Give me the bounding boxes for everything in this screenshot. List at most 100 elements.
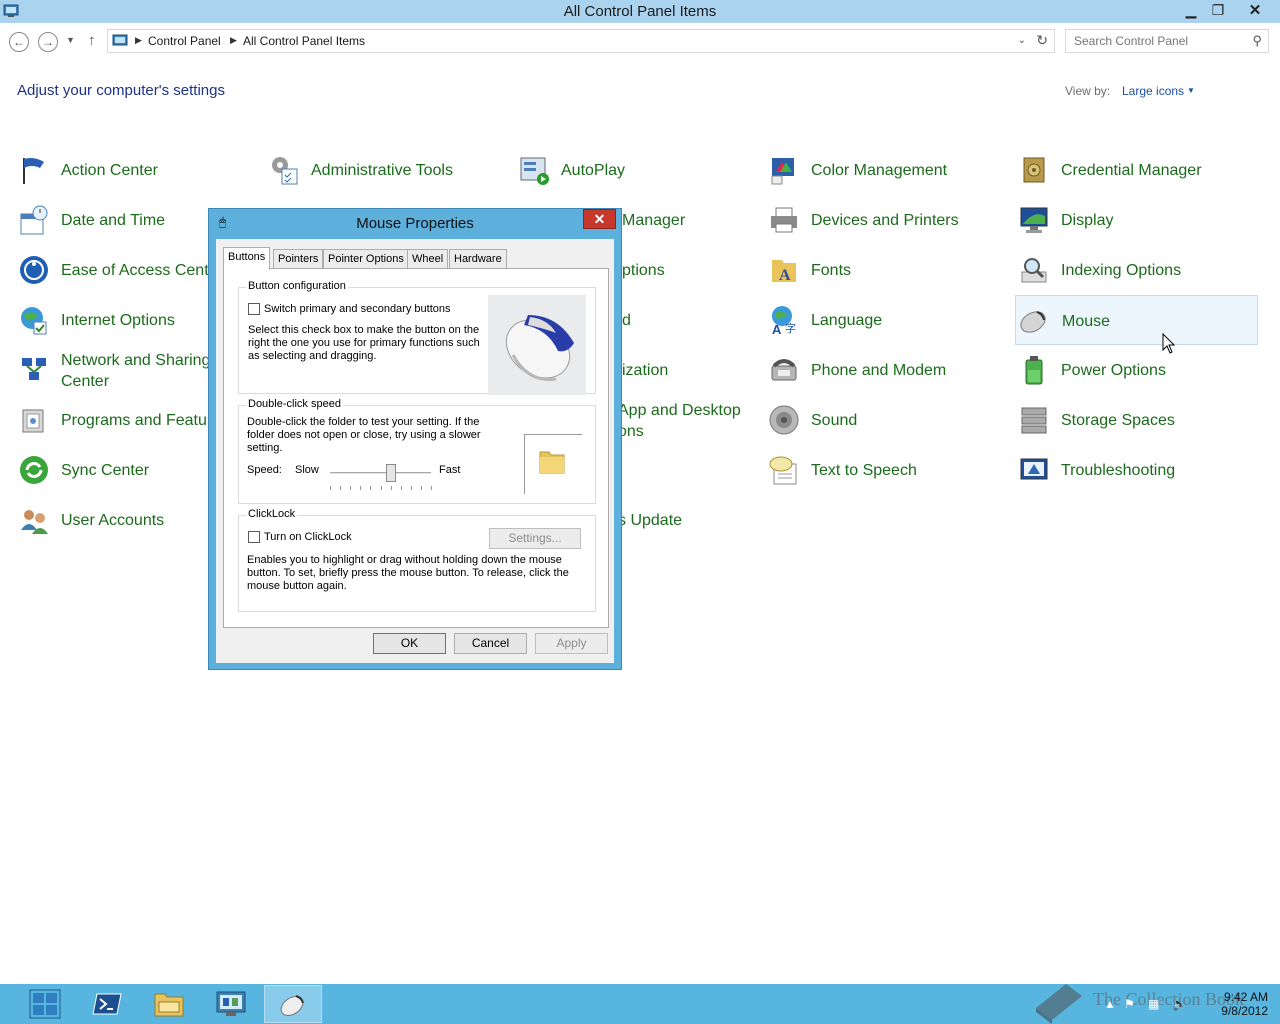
item-indexing-options[interactable]: Indexing Options <box>1016 246 1261 294</box>
item-sound[interactable]: Sound <box>766 396 1011 444</box>
globe-icon <box>21 307 47 335</box>
tab-wheel[interactable]: Wheel <box>407 249 449 269</box>
clicklock-label[interactable]: Turn on ClickLock <box>264 531 352 544</box>
speed-slider-thumb[interactable] <box>385 464 396 482</box>
slider-tick <box>410 486 412 490</box>
cancel-button[interactable]: Cancel <box>454 633 527 654</box>
programs-icon <box>22 409 44 433</box>
svg-text:A: A <box>779 267 791 284</box>
tab-hardware[interactable]: Hardware <box>449 249 507 269</box>
battery-icon <box>1025 356 1043 385</box>
forward-button[interactable]: → <box>38 32 58 52</box>
apply-button[interactable]: Apply <box>535 633 608 654</box>
item-windows-update-partial[interactable]: s Update <box>600 496 760 544</box>
mouse-icon <box>1020 311 1046 333</box>
item-phone-modem[interactable]: Phone and Modem <box>766 346 1011 394</box>
breadcrumb-control-panel[interactable]: Control Panel <box>148 34 221 48</box>
speed-slider-track[interactable] <box>330 472 431 475</box>
close-button[interactable]: ✕ <box>1232 0 1278 20</box>
search-icon[interactable]: ⚲ <box>1252 33 1262 49</box>
item-autoplay[interactable]: AutoPlay <box>516 146 761 194</box>
taskbar-mouse-properties[interactable] <box>264 985 322 1023</box>
item-administrative-tools[interactable]: Administrative Tools <box>266 146 511 194</box>
troubleshoot-icon <box>1020 458 1048 480</box>
item-mouse[interactable]: Mouse <box>1015 295 1258 345</box>
recent-locations-dropdown[interactable]: ▼ <box>66 35 75 45</box>
breadcrumb-separator-icon[interactable]: ▶ <box>230 35 237 46</box>
chevron-down-icon[interactable]: ⌄ <box>1018 35 1026 46</box>
item-troubleshooting[interactable]: Troubleshooting <box>1016 446 1261 494</box>
clicklock-group: ClickLock Turn on ClickLock Settings... … <box>238 508 596 612</box>
speech-bubble-icon <box>769 456 797 485</box>
item-text-to-speech[interactable]: Text to Speech <box>766 446 1011 494</box>
caret-down-icon[interactable]: ▼ <box>1187 86 1195 95</box>
address-bar[interactable]: ▶ Control Panel ▶ All Control Panel Item… <box>107 29 1055 53</box>
taskbar-clock[interactable]: 9:42 AM 9/8/2012 <box>1192 990 1268 1018</box>
fonts-folder-icon: A <box>772 260 796 284</box>
tab-buttons[interactable]: Buttons <box>223 247 271 270</box>
item-personalization-partial[interactable]: ization <box>600 346 760 394</box>
navigation-bar: ← → ▼ ↑ ▶ Control Panel ▶ All Control Pa… <box>0 23 1280 59</box>
dialog-close-button[interactable]: ✕ <box>583 209 616 229</box>
item-display[interactable]: Display <box>1016 196 1261 244</box>
taskbar-file-explorer[interactable] <box>140 985 198 1023</box>
item-storage-spaces[interactable]: Storage Spaces <box>1016 396 1261 444</box>
search-box[interactable]: ⚲ <box>1065 29 1269 53</box>
item-options-partial[interactable]: ptions <box>600 246 760 294</box>
mouse-properties-dialog: 🖱 Mouse Properties ✕ Buttons Pointers Po… <box>208 208 622 670</box>
magnifier-icon <box>1021 258 1047 283</box>
item-color-management[interactable]: Color Management <box>766 146 1011 194</box>
item-devices-printers[interactable]: Devices and Printers <box>766 196 1011 244</box>
back-button[interactable]: ← <box>9 32 29 52</box>
folder-icon[interactable] <box>538 447 568 477</box>
search-input[interactable] <box>1074 31 1244 51</box>
view-by-dropdown[interactable]: Large icons <box>1122 84 1184 98</box>
flag-tray-icon[interactable]: ⚑ <box>1124 997 1135 1011</box>
item-fonts[interactable]: A Fonts <box>766 246 1011 294</box>
clock-time: 9:42 AM <box>1223 990 1268 1004</box>
item-action-center[interactable]: Action Center <box>16 146 261 194</box>
taskbar-control-panel[interactable] <box>202 985 260 1023</box>
slider-tick <box>330 486 331 490</box>
slider-tick <box>370 486 372 490</box>
admin-tools-icon <box>272 157 298 185</box>
slider-tick <box>380 486 382 490</box>
item-remoteapp-partial[interactable]: App and Desktop ons <box>600 396 760 444</box>
sync-icon <box>20 456 48 484</box>
refresh-icon[interactable]: ↻ <box>1036 32 1048 49</box>
autoplay-icon <box>520 157 549 185</box>
start-button[interactable] <box>16 985 74 1023</box>
volume-tray-icon[interactable]: 🔈 <box>1172 997 1187 1011</box>
clicklock-settings-button[interactable]: Settings... <box>489 528 581 549</box>
switch-buttons-checkbox[interactable] <box>248 303 260 315</box>
tab-pointer-options[interactable]: Pointer Options <box>323 249 409 269</box>
network-tray-icon[interactable]: ▦ <box>1148 997 1159 1011</box>
item-credential-partial[interactable]: Manager <box>600 196 760 244</box>
test-folder-area[interactable] <box>524 434 582 494</box>
taskbar-powershell[interactable] <box>78 985 136 1023</box>
item-partial-d[interactable]: d <box>600 296 760 344</box>
up-button[interactable]: ↑ <box>88 32 96 49</box>
clicklock-checkbox[interactable] <box>248 531 260 543</box>
restore-button[interactable]: ❐ <box>1205 0 1231 20</box>
item-power-options[interactable]: Power Options <box>1016 346 1261 394</box>
flag-icon <box>23 158 44 184</box>
tab-pointers[interactable]: Pointers <box>273 249 324 269</box>
breadcrumb-all-items[interactable]: All Control Panel Items <box>243 34 365 48</box>
control-panel-icon <box>216 991 246 1016</box>
item-language[interactable]: A字 Language <box>766 296 1011 344</box>
window-titlebar: All Control Panel Items ▁ ❐ ✕ <box>0 0 1280 23</box>
minimize-button[interactable]: ▁ <box>1178 0 1204 20</box>
item-credential-manager[interactable]: Credential Manager <box>1016 146 1261 194</box>
switch-buttons-label[interactable]: Switch primary and secondary buttons <box>264 303 450 316</box>
storage-icon <box>1021 407 1047 434</box>
ok-button[interactable]: OK <box>373 633 446 654</box>
arrow-left-icon: ← <box>13 35 25 49</box>
accessibility-icon <box>20 256 48 284</box>
clock-date: 9/8/2012 <box>1221 1004 1268 1018</box>
button-configuration-group: Button configuration Switch primary and … <box>238 280 596 395</box>
users-icon <box>21 510 48 534</box>
breadcrumb-separator-icon[interactable]: ▶ <box>135 35 142 46</box>
phone-icon <box>771 359 797 381</box>
tray-expand-icon[interactable]: ▲ <box>1104 997 1116 1011</box>
